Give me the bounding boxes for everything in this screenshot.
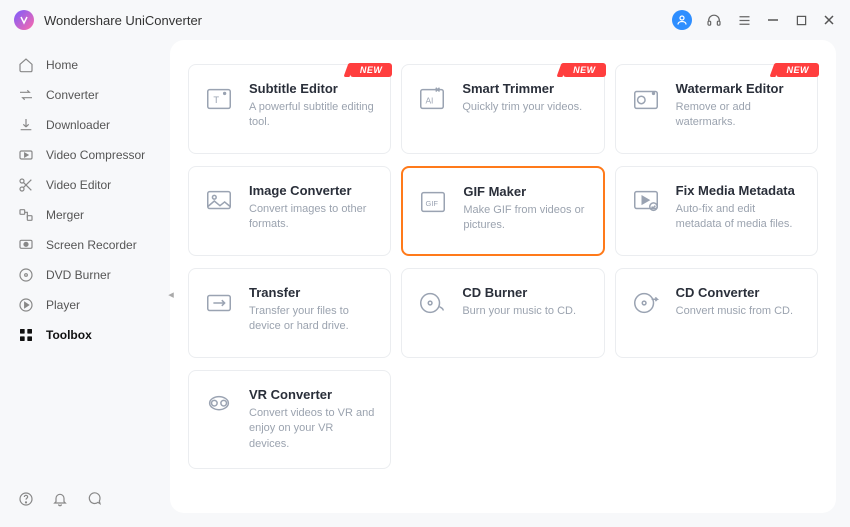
sidebar-item-label: Merger	[46, 208, 84, 222]
app-logo	[14, 10, 34, 30]
sidebar-item-label: Screen Recorder	[46, 238, 137, 252]
tool-icon	[630, 287, 662, 319]
sidebar-item-recorder[interactable]: Screen Recorder	[0, 230, 170, 260]
app-title: Wondershare UniConverter	[44, 13, 202, 28]
toolbox-icon	[18, 327, 34, 343]
sidebar-item-toolbox[interactable]: Toolbox	[0, 320, 170, 350]
sidebar-item-label: Home	[46, 58, 78, 72]
sidebar-item-downloader[interactable]: Downloader	[0, 110, 170, 140]
close-button[interactable]	[822, 13, 836, 27]
tool-description: Convert music from CD.	[676, 304, 793, 319]
sidebar-item-compressor[interactable]: Video Compressor	[0, 140, 170, 170]
tool-title: Smart Trimmer	[462, 81, 582, 96]
tool-icon	[203, 287, 235, 319]
sidebar-item-label: Downloader	[46, 118, 110, 132]
tool-icon	[416, 287, 448, 319]
tool-title: GIF Maker	[463, 184, 588, 199]
tool-card-cd-burner[interactable]: CD Burner Burn your music to CD.	[401, 268, 604, 358]
tool-title: Subtitle Editor	[249, 81, 376, 96]
tool-title: Image Converter	[249, 183, 376, 198]
tool-card-gif-maker[interactable]: GIF GIF Maker Make GIF from videos or pict…	[401, 166, 604, 256]
download-icon	[18, 117, 34, 133]
svg-text:AI: AI	[426, 96, 434, 106]
tool-icon: AI	[416, 83, 448, 115]
sidebar-item-editor[interactable]: Video Editor	[0, 170, 170, 200]
tool-title: VR Converter	[249, 387, 376, 402]
content-area: NEW T Subtitle Editor A powerful subtitle e…	[170, 40, 836, 513]
tool-card-smart-trimmer[interactable]: NEW AI Smart Trimmer Quickly trim your vide…	[401, 64, 604, 154]
sidebar: Home Converter Downloader Video Compress…	[0, 40, 170, 527]
tool-title: Fix Media Metadata	[676, 183, 803, 198]
tool-card-image-converter[interactable]: Image Converter Convert images to other f…	[188, 166, 391, 256]
tool-description: Convert videos to VR and enjoy on your V…	[249, 406, 376, 452]
scissors-icon	[18, 177, 34, 193]
record-icon	[18, 237, 34, 253]
tool-card-transfer[interactable]: Transfer Transfer your files to device or…	[188, 268, 391, 358]
tool-description: Convert images to other formats.	[249, 202, 376, 233]
sidebar-item-merger[interactable]: Merger	[0, 200, 170, 230]
tool-icon	[203, 389, 235, 421]
svg-text:GIF: GIF	[426, 199, 439, 208]
tool-title: Transfer	[249, 285, 376, 300]
help-icon[interactable]	[18, 491, 34, 507]
home-icon	[18, 57, 34, 73]
svg-text:T: T	[213, 95, 219, 105]
tool-title: Watermark Editor	[676, 81, 803, 96]
new-badge: NEW	[776, 63, 819, 77]
titlebar: Wondershare UniConverter	[0, 0, 850, 40]
headset-icon[interactable]	[706, 12, 722, 28]
new-badge: NEW	[563, 63, 606, 77]
tool-description: Remove or add watermarks.	[676, 100, 803, 131]
tool-description: Burn your music to CD.	[462, 304, 576, 319]
tool-icon	[630, 83, 662, 115]
tool-card-watermark-editor[interactable]: NEW Watermark Editor Remove or add waterma…	[615, 64, 818, 154]
tool-icon	[630, 185, 662, 217]
sidebar-item-label: Video Compressor	[46, 148, 145, 162]
sidebar-item-label: Video Editor	[46, 178, 111, 192]
tool-card-subtitle-editor[interactable]: NEW T Subtitle Editor A powerful subtitle e…	[188, 64, 391, 154]
sidebar-item-label: Toolbox	[46, 328, 92, 342]
sidebar-item-label: Converter	[46, 88, 99, 102]
sidebar-item-converter[interactable]: Converter	[0, 80, 170, 110]
convert-icon	[18, 87, 34, 103]
play-icon	[18, 297, 34, 313]
tool-description: Quickly trim your videos.	[462, 100, 582, 115]
tool-icon: T	[203, 83, 235, 115]
tool-description: A powerful subtitle editing tool.	[249, 100, 376, 131]
sidebar-item-player[interactable]: Player	[0, 290, 170, 320]
sidebar-item-label: DVD Burner	[46, 268, 111, 282]
tool-description: Make GIF from videos or pictures.	[463, 203, 588, 234]
tool-card-vr-converter[interactable]: VR Converter Convert videos to VR and enj…	[188, 370, 391, 469]
sidebar-item-label: Player	[46, 298, 80, 312]
tool-description: Auto-fix and edit metadata of media file…	[676, 202, 803, 233]
tool-card-fix-media-metadata[interactable]: Fix Media Metadata Auto-fix and edit meta…	[615, 166, 818, 256]
merge-icon	[18, 207, 34, 223]
maximize-button[interactable]	[794, 13, 808, 27]
tool-icon: GIF	[417, 186, 449, 218]
new-badge: NEW	[350, 63, 393, 77]
feedback-icon[interactable]	[86, 491, 102, 507]
tool-card-cd-converter[interactable]: CD Converter Convert music from CD.	[615, 268, 818, 358]
compress-icon	[18, 147, 34, 163]
disc-icon	[18, 267, 34, 283]
tool-icon	[203, 185, 235, 217]
minimize-button[interactable]	[766, 13, 780, 27]
tool-title: CD Burner	[462, 285, 576, 300]
tool-description: Transfer your files to device or hard dr…	[249, 304, 376, 335]
tool-title: CD Converter	[676, 285, 793, 300]
sidebar-item-home[interactable]: Home	[0, 50, 170, 80]
collapse-sidebar-icon[interactable]: ◂	[164, 285, 178, 303]
bell-icon[interactable]	[52, 491, 68, 507]
sidebar-item-dvd[interactable]: DVD Burner	[0, 260, 170, 290]
user-avatar-icon[interactable]	[672, 10, 692, 30]
hamburger-menu-icon[interactable]	[736, 12, 752, 28]
